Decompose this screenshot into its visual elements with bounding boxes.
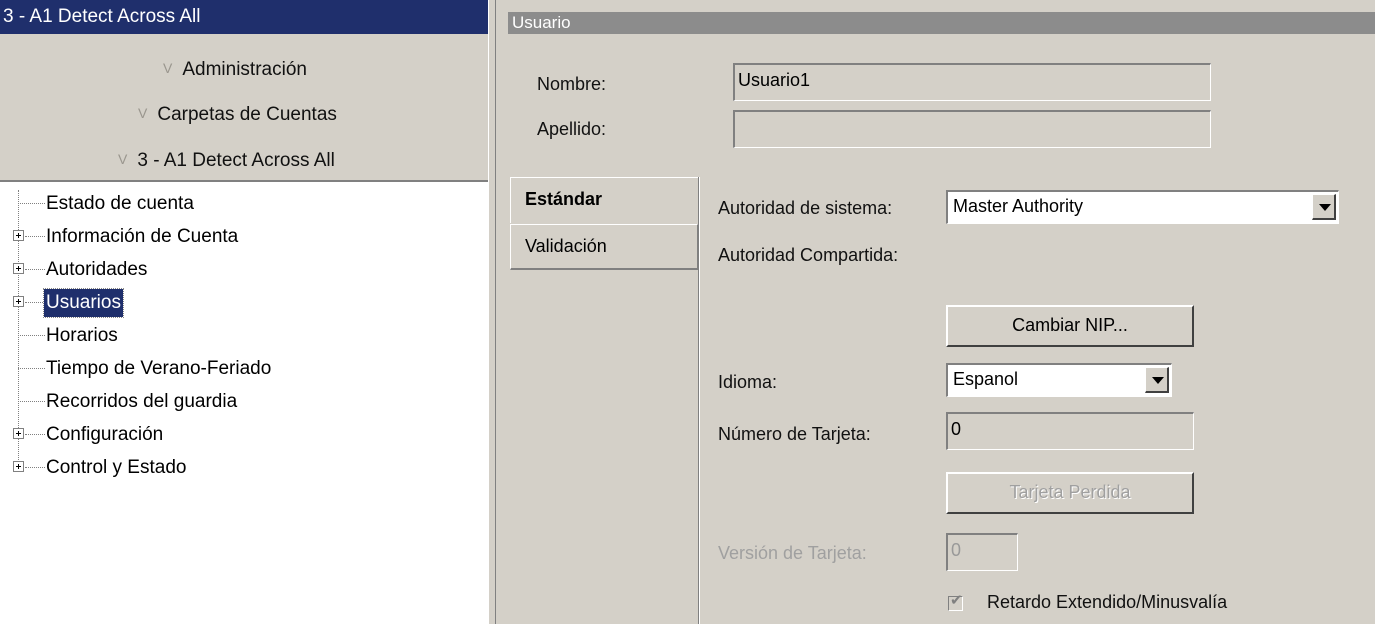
autoridad-compartida-label: Autoridad Compartida: xyxy=(718,245,899,265)
left-pane: 3 - A1 Detect Across All V Administración… xyxy=(0,0,488,624)
tree-connector xyxy=(18,401,45,402)
tree-connector xyxy=(25,434,45,435)
cambiar-nip-button[interactable]: Cambiar NIP... xyxy=(946,305,1194,347)
nav-item-administracion[interactable]: V Administración xyxy=(163,59,307,81)
left-pane-title: 3 - A1 Detect Across All xyxy=(0,0,488,34)
nav-item-account[interactable]: V 3 - A1 Detect Across All xyxy=(118,150,335,172)
tree-item-label: Autoridades xyxy=(46,259,148,280)
nav-header: V Administración V Carpetas de Cuentas V 3 … xyxy=(0,34,488,182)
tab-estandar[interactable]: Estándar xyxy=(510,177,698,223)
tree-connector xyxy=(18,335,45,336)
apellido-field[interactable] xyxy=(733,110,1211,148)
apellido-label: Apellido: xyxy=(537,119,607,139)
tree-connector xyxy=(25,269,45,270)
tree-item-autoridades[interactable]: Autoridades xyxy=(0,256,488,284)
version-tarjeta-field[interactable]: 0 xyxy=(946,533,1018,571)
nav-item-label: Carpetas de Cuentas xyxy=(157,104,337,125)
tree-item-horarios[interactable]: Horarios xyxy=(0,322,488,350)
expand-icon[interactable] xyxy=(13,263,24,274)
tree-item-recorridos[interactable]: Recorridos del guardia xyxy=(0,388,488,416)
pane-splitter[interactable] xyxy=(488,0,496,624)
retardo-checkbox[interactable]: ✔ xyxy=(948,592,963,611)
tree-item-configuracion[interactable]: Configuración xyxy=(0,421,488,449)
nombre-field[interactable]: Usuario1 xyxy=(733,63,1211,101)
numero-tarjeta-label: Número de Tarjeta: xyxy=(718,424,871,444)
autoridad-sistema-label: Autoridad de sistema: xyxy=(718,198,893,218)
autoridad-sistema-select[interactable]: Master Authority xyxy=(946,190,1339,224)
tree-item-label: Información de Cuenta xyxy=(46,226,239,247)
nav-item-label: 3 - A1 Detect Across All xyxy=(137,150,335,171)
tree-item-estado-cuenta[interactable]: Estado de cuenta xyxy=(0,190,488,218)
tree-item-label: Tiempo de Verano-Feriado xyxy=(46,358,272,379)
tree-item-label: Recorridos del guardia xyxy=(46,391,238,412)
tree-item-label: Usuarios xyxy=(43,288,124,318)
tree-item-label: Estado de cuenta xyxy=(46,193,194,214)
numero-tarjeta-field[interactable]: 0 xyxy=(946,412,1194,450)
tree-item-label: Configuración xyxy=(46,424,164,445)
expand-icon[interactable] xyxy=(13,230,24,241)
nombre-label: Nombre: xyxy=(537,74,607,94)
dropdown-arrow-icon[interactable] xyxy=(1312,194,1336,220)
retardo-label: Retardo Extendido/Minusvalía xyxy=(987,592,1228,612)
dropdown-arrow-icon[interactable] xyxy=(1145,367,1169,393)
tree-connector xyxy=(25,236,45,237)
tree-item-usuarios[interactable]: Usuarios xyxy=(0,288,488,318)
autoridad-sistema-value: Master Authority xyxy=(953,196,1084,216)
tree-connector xyxy=(25,467,45,468)
tree-item-informacion-cuenta[interactable]: Información de Cuenta xyxy=(0,223,488,251)
tab-validacion[interactable]: Validación xyxy=(510,224,698,270)
tree-item-label: Control y Estado xyxy=(46,457,187,478)
tree-item-control-estado[interactable]: Control y Estado xyxy=(0,454,488,482)
expand-icon[interactable] xyxy=(13,461,24,472)
idioma-select[interactable]: Espanol xyxy=(946,363,1172,397)
nav-item-label: Administración xyxy=(182,59,307,80)
idioma-label: Idioma: xyxy=(718,372,778,392)
tree-connector xyxy=(25,302,45,303)
nav-item-carpetas[interactable]: V Carpetas de Cuentas xyxy=(138,104,337,126)
user-tabs: Estándar Validación xyxy=(508,177,1375,624)
expand-icon[interactable] xyxy=(13,428,24,439)
chevron-down-icon: V xyxy=(138,105,148,121)
tab-divider xyxy=(699,177,700,624)
tree-item-tiempo-verano[interactable]: Tiempo de Verano-Feriado xyxy=(0,355,488,383)
right-pane-title: Usuario xyxy=(508,12,1375,34)
tree-connector xyxy=(18,368,45,369)
idioma-value: Espanol xyxy=(953,369,1019,389)
version-tarjeta-label: Versión de Tarjeta: xyxy=(718,543,867,563)
checkmark-icon: ✔ xyxy=(950,592,963,609)
tree-connector xyxy=(18,203,45,204)
tarjeta-perdida-button[interactable]: Tarjeta Perdida xyxy=(946,472,1194,514)
chevron-down-icon: V xyxy=(118,151,128,167)
chevron-down-icon: V xyxy=(163,60,173,76)
expand-icon[interactable] xyxy=(13,296,24,307)
tree-item-label: Horarios xyxy=(46,325,118,346)
